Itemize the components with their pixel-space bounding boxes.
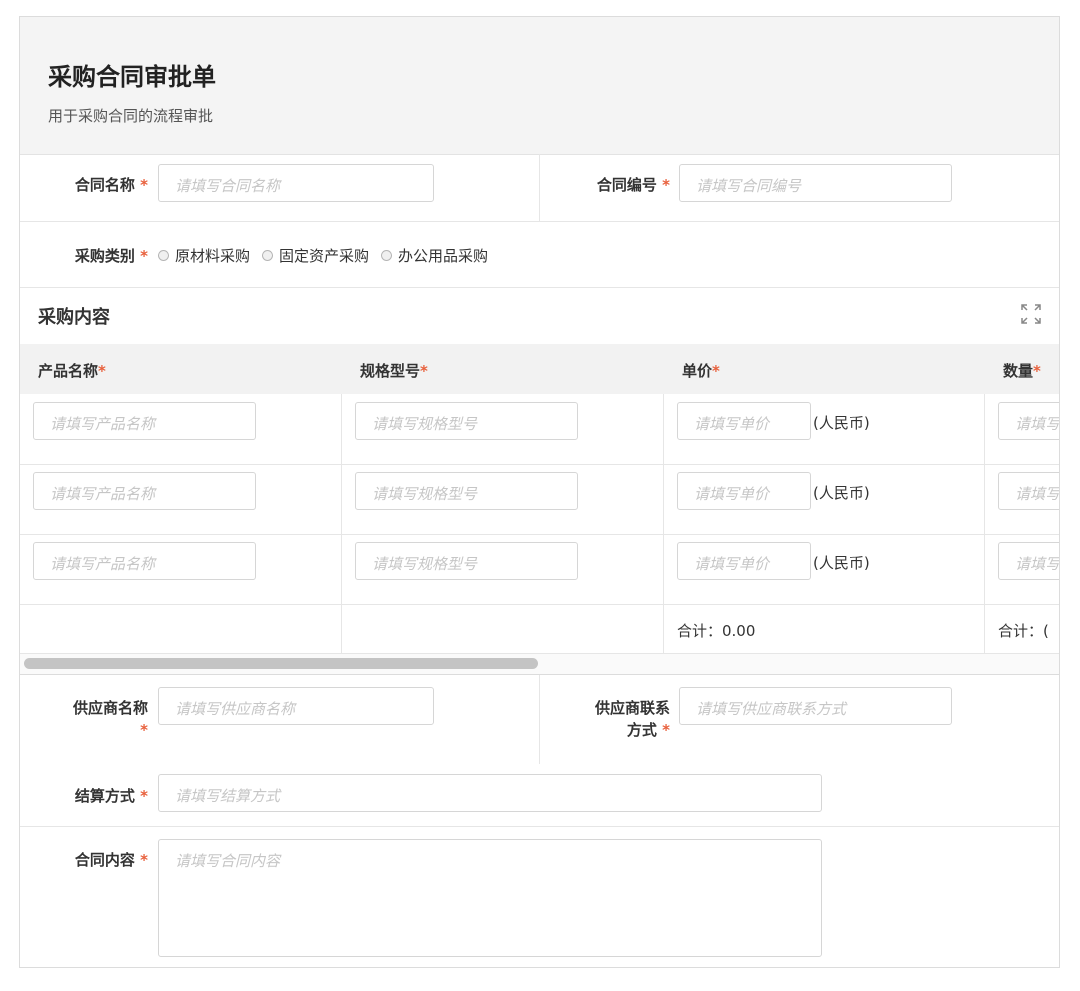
section-title: 采购内容 <box>38 307 110 328</box>
supplier-contact-input[interactable]: 请填写供应商联系方式 <box>679 687 952 725</box>
currency-suffix: (人民币) <box>813 554 870 572</box>
settlement-bottom-border <box>20 826 1059 827</box>
contract-no-input[interactable]: 请填写合同编号 <box>679 164 952 202</box>
spec-input[interactable]: 请填写规格型号 <box>355 402 578 440</box>
radio-circle-icon[interactable] <box>381 250 393 261</box>
row2-bottom-border <box>20 287 1059 288</box>
col-divider <box>984 394 985 654</box>
contract-content-textarea[interactable]: 请填写合同内容 <box>158 839 822 957</box>
supplier-contact-label: 供应商联系 方式 * <box>594 699 670 739</box>
settlement-label: 结算方式 * <box>74 787 148 805</box>
contract-name-input[interactable]: 请填写合同名称 <box>158 164 434 202</box>
supplier-row-divider <box>539 675 540 764</box>
purchase-type-label: 采购类别 * <box>74 247 148 265</box>
spec-input[interactable]: 请填写规格型号 <box>355 472 578 510</box>
col-header-qty: 数量* <box>1003 362 1041 380</box>
qty-input[interactable]: 请填写 <box>998 542 1059 580</box>
row1-divider <box>539 154 540 221</box>
price-input[interactable]: 请填写单价 <box>677 402 811 440</box>
purchase-type-row: 采购类别 * 原材料采购 固定资产采购 办公用品采购 <box>20 221 1059 287</box>
currency-suffix: (人民币) <box>813 484 870 502</box>
settlement-input[interactable]: 请填写结算方式 <box>158 774 822 812</box>
spec-input[interactable]: 请填写规格型号 <box>355 542 578 580</box>
row-border <box>20 534 1059 535</box>
approval-form: 采购合同审批单 用于采购合同的流程审批 合同名称 * 请填写合同名称 合同编号 … <box>19 16 1060 968</box>
qty-input[interactable]: 请填写 <box>998 472 1059 510</box>
supplier-name-input[interactable]: 请填写供应商名称 <box>158 687 434 725</box>
price-total: 合计：0.00 <box>677 622 756 640</box>
product-name-input[interactable]: 请填写产品名称 <box>33 542 256 580</box>
col-header-product: 产品名称* <box>38 362 106 380</box>
form-header: 采购合同审批单 用于采购合同的流程审批 <box>20 17 1059 155</box>
radio-circle-icon[interactable] <box>158 250 169 261</box>
supplier-name-label: 供应商名称 * <box>72 699 148 739</box>
product-name-input[interactable]: 请填写产品名称 <box>33 402 256 440</box>
row-border <box>20 604 1059 605</box>
price-input[interactable]: 请填写单价 <box>677 472 811 510</box>
col-header-spec: 规格型号* <box>360 362 428 380</box>
form-subtitle: 用于采购合同的流程审批 <box>48 107 214 125</box>
contract-name-label: 合同名称 * <box>74 176 148 194</box>
col-divider <box>341 394 342 654</box>
col-header-price: 单价* <box>682 362 720 380</box>
radio-raw-material[interactable]: 原材料采购 <box>158 245 250 266</box>
form-title: 采购合同审批单 <box>48 63 216 91</box>
contract-content-label: 合同内容 * <box>74 851 148 869</box>
price-input[interactable]: 请填写单价 <box>677 542 811 580</box>
radio-circle-icon[interactable] <box>262 250 274 261</box>
row-border <box>20 464 1059 465</box>
table-header: 产品名称* 规格型号* 单价* 数量* <box>20 344 1059 394</box>
currency-suffix: (人民币) <box>813 414 870 432</box>
expand-icon[interactable] <box>1020 303 1042 325</box>
contract-no-label: 合同编号 * <box>596 176 670 194</box>
qty-input[interactable]: 请填写 <box>998 402 1059 440</box>
col-divider <box>663 394 664 654</box>
product-name-input[interactable]: 请填写产品名称 <box>33 472 256 510</box>
qty-total: 合计：( <box>998 622 1049 640</box>
radio-fixed-assets[interactable]: 固定资产采购 <box>262 245 369 266</box>
purchase-type-options: 原材料采购 固定资产采购 办公用品采购 <box>158 245 488 266</box>
radio-office-supplies[interactable]: 办公用品采购 <box>381 245 488 266</box>
table-scrollbar-thumb[interactable] <box>24 658 538 669</box>
